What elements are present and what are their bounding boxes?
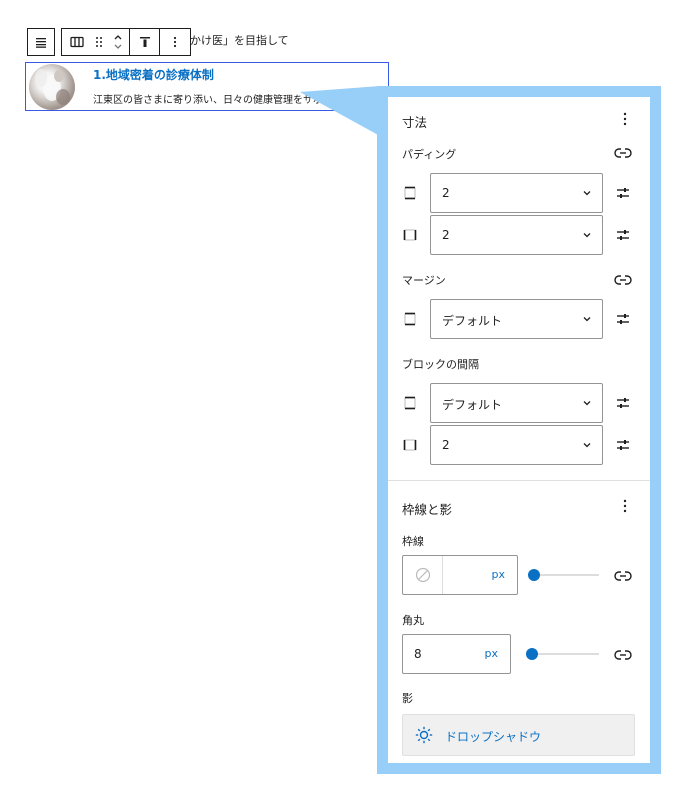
heading-text-fragment: かけ医」を目指して [190, 34, 289, 47]
align-button[interactable] [130, 29, 160, 55]
block-spacing-horizontal-custom-button[interactable] [615, 437, 631, 453]
border-color-button[interactable] [403, 556, 443, 594]
link-icon [614, 571, 632, 581]
more-vertical-icon [623, 499, 627, 513]
margin-vertical-icon [404, 312, 416, 326]
padding-horizontal-value: 2 [442, 228, 450, 242]
margin-label: マージン [402, 274, 446, 287]
border-label: 枠線 [402, 535, 424, 548]
block-type-button[interactable] [27, 28, 55, 56]
chevron-down-icon [583, 191, 591, 196]
block-options-button[interactable] [160, 29, 190, 55]
radius-slider-thumb[interactable] [526, 648, 538, 660]
link-icon [614, 275, 632, 285]
no-color-icon [415, 567, 430, 583]
drop-shadow-button[interactable]: ドロップシャドウ [402, 714, 635, 756]
margin-link-button[interactable] [614, 272, 632, 291]
block-spacing-vertical-icon [404, 396, 416, 410]
columns-icon [70, 36, 84, 48]
radius-unit[interactable]: px [485, 647, 499, 660]
border-link-button[interactable] [614, 568, 632, 587]
chevron-down-icon [583, 317, 591, 322]
chevron-down-icon [583, 443, 591, 448]
padding-vertical-value: 2 [442, 186, 450, 200]
chevron-up-down-icon [114, 35, 121, 49]
link-icon [614, 148, 632, 158]
chevron-down-icon [583, 233, 591, 238]
padding-label: パディング [402, 148, 457, 161]
radius-slider-track[interactable] [533, 653, 599, 655]
radius-input[interactable]: 8 px [402, 634, 511, 674]
margin-vertical-select[interactable]: デフォルト [430, 299, 603, 339]
padding-horizontal-custom-button[interactable] [615, 227, 631, 243]
block-spacing-label: ブロックの間隔 [402, 358, 479, 371]
padding-vertical-icon [404, 186, 416, 200]
margin-vertical-value: デフォルト [442, 314, 503, 328]
radius-value: 8 [414, 647, 422, 661]
block-spacing-horizontal-select[interactable]: 2 [430, 425, 603, 465]
list-icon [36, 38, 46, 48]
block-spacing-vertical-select[interactable]: デフォルト [430, 383, 603, 423]
border-width-slider-track[interactable] [533, 574, 599, 576]
border-width-control: px [402, 555, 518, 595]
border-shadow-title: 枠線と影 [402, 502, 453, 517]
shadow-label: 影 [402, 692, 413, 705]
link-icon [614, 650, 632, 660]
block-spacing-vertical-value: デフォルト [442, 398, 503, 412]
border-width-unit[interactable]: px [492, 568, 506, 581]
block-spacing-horizontal-icon [403, 439, 417, 451]
padding-horizontal-select[interactable]: 2 [430, 215, 603, 255]
drag-handle-icon [96, 37, 102, 47]
chevron-down-icon [583, 401, 591, 406]
dimensions-title: 寸法 [402, 115, 428, 130]
list-item-title[interactable]: 1.地域密着の診療体制 [93, 66, 214, 83]
block-toolbar [61, 28, 191, 56]
padding-vertical-custom-button[interactable] [615, 185, 631, 201]
padding-horizontal-icon [403, 229, 417, 241]
padding-vertical-select[interactable]: 2 [430, 173, 603, 213]
padding-link-button[interactable] [614, 145, 632, 164]
drop-shadow-label: ドロップシャドウ [445, 730, 542, 744]
settings-panel: 寸法 パディング 2 2 マージン デフォルト ブロックの間隔 デフォルト 2 … [388, 97, 650, 763]
block-spacing-horizontal-value: 2 [442, 438, 450, 452]
align-top-icon [139, 37, 150, 47]
border-shadow-options-button[interactable] [618, 498, 632, 514]
transform-button[interactable] [62, 29, 92, 55]
margin-vertical-custom-button[interactable] [615, 311, 631, 327]
radius-link-button[interactable] [614, 647, 632, 666]
panel-section-divider [388, 480, 650, 481]
more-vertical-icon [623, 112, 627, 126]
radius-label: 角丸 [402, 614, 424, 627]
move-up-down-buttons[interactable] [106, 29, 130, 55]
drag-handle[interactable] [92, 29, 106, 55]
border-width-slider-thumb[interactable] [528, 569, 540, 581]
shadow-icon [415, 726, 433, 744]
dimensions-options-button[interactable] [618, 111, 632, 127]
more-vertical-icon [173, 36, 177, 48]
block-spacing-vertical-custom-button[interactable] [615, 395, 631, 411]
item-thumbnail-image [29, 64, 75, 110]
